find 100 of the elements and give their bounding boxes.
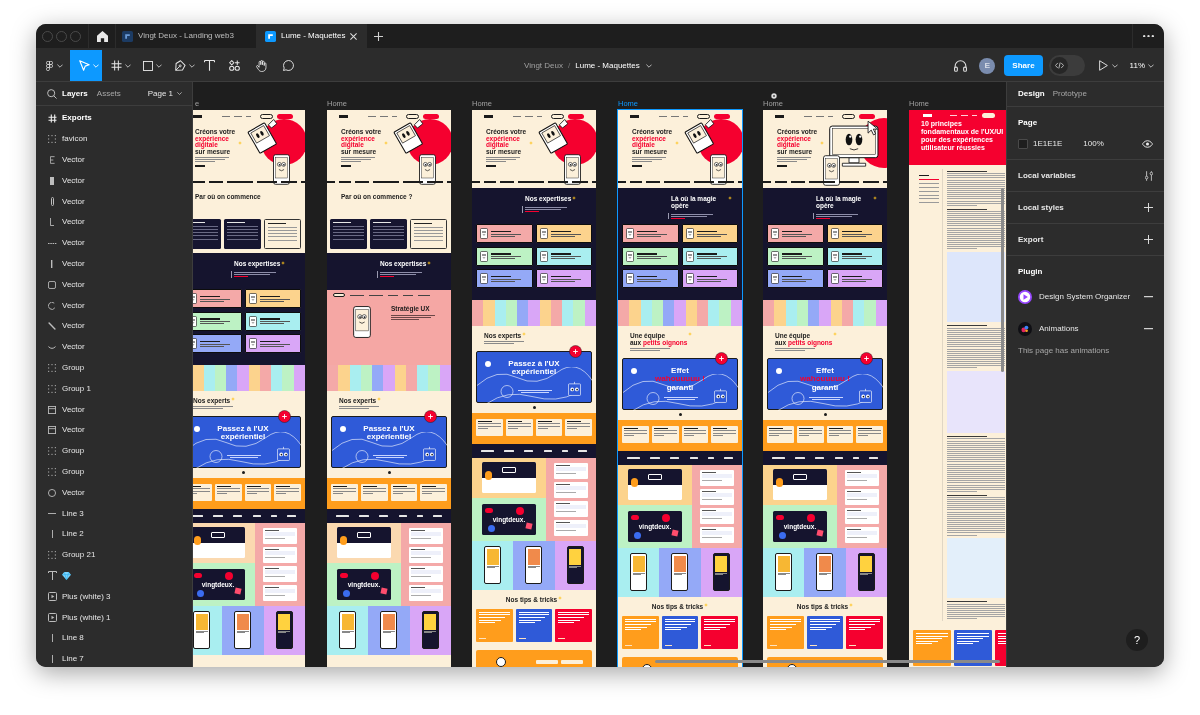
layer-item[interactable]: Line 8	[36, 627, 192, 649]
phone-mockup	[525, 546, 543, 585]
search-icon[interactable]	[47, 88, 57, 99]
section-title: Export	[1018, 233, 1044, 246]
dev-mode-toggle[interactable]	[1048, 55, 1085, 76]
client-logo	[561, 449, 568, 453]
close-icon[interactable]	[350, 32, 358, 40]
phone-mockup	[484, 546, 502, 585]
horizontal-scrollbar[interactable]	[655, 660, 1000, 663]
offer-card	[565, 418, 592, 436]
card-heading: Effet wahouuuuu ! garanti	[800, 366, 850, 393]
layer-item[interactable]: favicon	[36, 128, 192, 150]
document-mockup	[845, 507, 879, 524]
layer-item[interactable]: Line 7	[36, 648, 192, 667]
layer-item[interactable]: Group	[36, 357, 192, 379]
pill-icon	[50, 197, 54, 207]
eye-icon[interactable]	[1142, 140, 1153, 148]
client-logo	[359, 514, 370, 518]
sliders-icon[interactable]	[1145, 170, 1153, 181]
panel-tab[interactable]: Assets	[96, 87, 121, 100]
panel-tab[interactable]: Design	[1018, 88, 1045, 100]
document-mockup	[409, 546, 443, 563]
step-card	[224, 219, 261, 249]
plus-icon[interactable]	[1144, 203, 1153, 212]
client-logo	[213, 514, 224, 518]
layer-item[interactable]: Exports	[36, 108, 192, 129]
rounded-square-icon	[48, 280, 56, 289]
team-name[interactable]: Vingt Deux	[524, 59, 563, 72]
text-lines-drawing	[491, 230, 521, 237]
character-icon	[539, 250, 548, 262]
layer-item[interactable]: Group 1	[36, 378, 192, 400]
page-menu[interactable]: Page 1	[147, 87, 182, 100]
text-lines-drawing	[227, 454, 261, 458]
hex-value[interactable]: 1E1E1E	[1033, 138, 1063, 150]
character-icon	[626, 273, 634, 284]
chevron-down-icon	[1148, 63, 1154, 68]
layer-item[interactable]: Group 21	[36, 544, 192, 566]
text-lines-drawing	[637, 275, 667, 282]
square-shape	[671, 529, 679, 537]
minus-icon[interactable]	[1144, 328, 1153, 330]
text-lines-drawing	[339, 406, 379, 409]
file-icon	[265, 30, 276, 42]
layer-item[interactable]: Vector	[36, 212, 192, 233]
layer-item[interactable]: Vector	[36, 399, 192, 420]
layer-item[interactable]: Group	[36, 440, 192, 462]
layer-item[interactable]: Vector	[36, 191, 192, 212]
speech-bubble-icon	[282, 60, 294, 71]
plus-icon[interactable]	[1144, 235, 1153, 244]
layer-item[interactable]: Plus (white) 1	[36, 607, 192, 628]
layer-item[interactable]: Line 3	[36, 503, 192, 524]
layer-item[interactable]: Vector	[36, 482, 192, 504]
layer-item[interactable]: Vector	[36, 419, 192, 441]
pen-icon	[175, 60, 186, 71]
plugin-item[interactable]: Animations	[1018, 317, 1153, 341]
text-lines-drawing	[522, 205, 568, 213]
chevron-down-icon	[177, 92, 182, 95]
offer-card	[856, 425, 883, 443]
square-icon	[48, 405, 56, 414]
offer-card	[214, 483, 242, 501]
site-nav-drawing	[923, 113, 995, 118]
file-name-menu[interactable]: Lume - Maquettes	[575, 59, 652, 72]
layer-item[interactable]: Vector	[36, 295, 192, 316]
layer-item[interactable]: Vector	[36, 253, 192, 275]
offer-card	[420, 483, 447, 501]
layer-item[interactable]: Group	[36, 461, 192, 483]
text-lines-drawing	[200, 318, 230, 324]
present-button[interactable]	[1098, 60, 1118, 71]
minus-icon[interactable]	[1144, 296, 1153, 298]
layer-item[interactable]: Vector	[36, 149, 192, 171]
phone-character-drawing	[564, 154, 581, 185]
text-lines-drawing	[916, 633, 948, 645]
panel-tab[interactable]: Prototype	[1052, 88, 1087, 100]
layer-item[interactable]: Vector	[36, 232, 192, 254]
client-logo	[852, 456, 859, 460]
headphones-icon[interactable]	[954, 59, 968, 72]
layer-item[interactable]: Vector	[36, 315, 192, 337]
code-icon	[1054, 62, 1064, 69]
layer-item[interactable]: Vector	[36, 274, 192, 296]
panel-tab[interactable]: Layers	[62, 87, 88, 100]
layer-item[interactable]: Vector	[36, 336, 192, 358]
phone-mockup	[712, 553, 730, 592]
phone-mockup	[421, 611, 439, 650]
help-button[interactable]: ?	[1126, 629, 1148, 651]
plugin-item[interactable]: Design System Organizer	[1018, 285, 1153, 309]
illustration-placeholder	[947, 371, 1005, 434]
offer-card	[390, 483, 418, 501]
text-lines-drawing	[550, 230, 581, 237]
color-swatch[interactable]	[1018, 139, 1028, 149]
vertical-scrollbar[interactable]	[1001, 188, 1004, 372]
layer-item[interactable]: Vector	[36, 170, 192, 192]
character-icon	[480, 228, 488, 239]
character-icon	[248, 293, 257, 304]
pointer-icon	[79, 60, 90, 71]
text-lines-drawing	[550, 253, 581, 259]
layer-item[interactable]: Line 2	[36, 523, 192, 545]
text-lines-drawing	[625, 618, 656, 631]
layer-item[interactable]: Plus (white) 3	[36, 586, 192, 608]
zoom-menu[interactable]: 11%	[1129, 59, 1154, 72]
opacity-value[interactable]: 100%	[1083, 138, 1104, 150]
tab[interactable]: Lume - Maquettes	[256, 24, 367, 48]
